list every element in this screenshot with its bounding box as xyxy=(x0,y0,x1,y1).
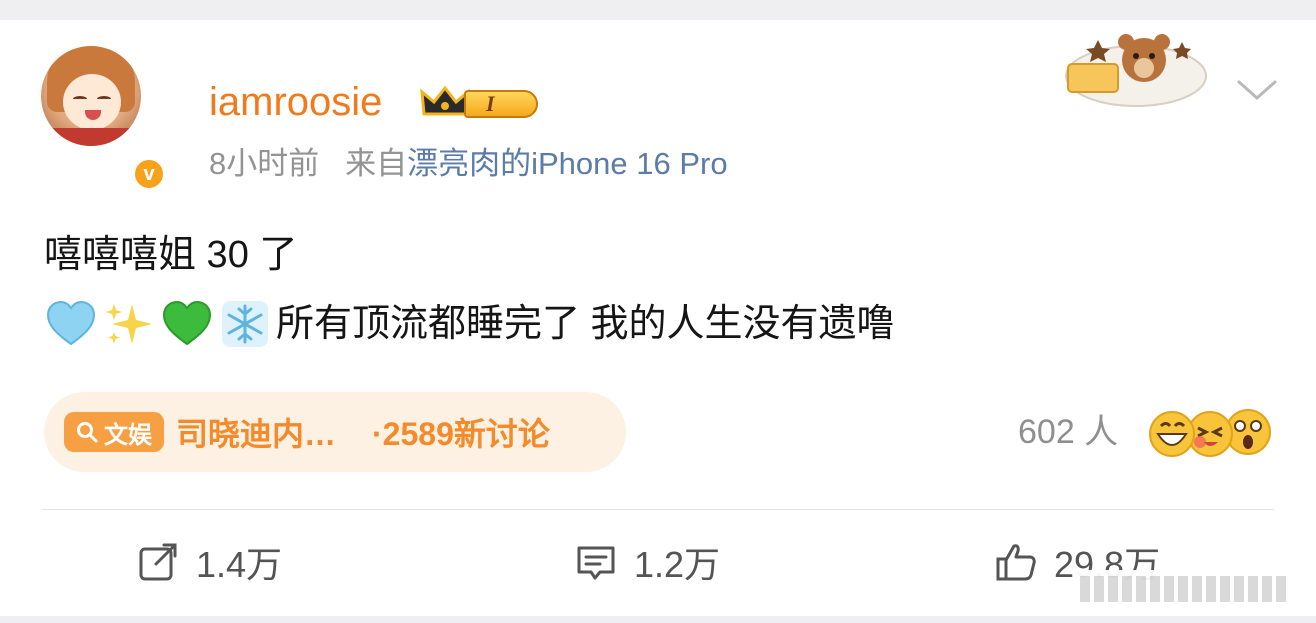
thumbs-up-icon xyxy=(996,544,1036,581)
repost-icon xyxy=(139,543,177,581)
divider xyxy=(42,509,1274,510)
light-blue-heart-icon xyxy=(46,300,96,346)
post-time: 8小时前 xyxy=(209,146,320,181)
username[interactable]: iamroosie xyxy=(209,78,382,126)
post-meta: 8小时前 来自漂亮肉的iPhone 16 Pro xyxy=(209,144,728,184)
repost-button[interactable]: 1.4万 xyxy=(136,536,282,588)
sparkles-icon xyxy=(106,304,152,344)
grinning-face-icon xyxy=(1149,411,1195,457)
post-text-line-2: 所有顶流都睡完了 我的人生没有遗噜 xyxy=(44,298,895,350)
verified-badge-icon: v xyxy=(131,156,167,192)
search-icon xyxy=(77,422,98,443)
post-text-line-1: 嘻嘻嘻姐 30 了 xyxy=(44,234,298,276)
topic-tag: 文娱 xyxy=(64,412,164,452)
avatar[interactable] xyxy=(41,46,141,146)
snowflake-icon xyxy=(222,301,268,347)
topic-chip[interactable]: 文娱 司晓迪内… ·2589新讨论 xyxy=(44,392,626,472)
comment-count: 1.2万 xyxy=(634,544,721,585)
member-level-badge[interactable]: I xyxy=(420,80,540,122)
post-text-line-2-text: 所有顶流都睡完了 我的人生没有遗噜 xyxy=(276,303,895,345)
level-label: I xyxy=(464,90,538,118)
topic-tag-label: 文娱 xyxy=(104,421,152,449)
comment-button[interactable]: 1.2万 xyxy=(574,536,720,588)
reaction-count[interactable]: 602 人 xyxy=(1018,410,1118,454)
repost-count: 1.4万 xyxy=(196,544,283,585)
reaction-faces[interactable] xyxy=(1146,406,1276,460)
watermark-overlay xyxy=(1074,570,1290,608)
topic-name: 司晓迪内… xyxy=(176,416,337,452)
green-heart-icon xyxy=(162,300,212,346)
crown-icon xyxy=(420,85,470,116)
card-decoration-sticker xyxy=(1065,34,1207,107)
source-prefix: 来自 xyxy=(345,146,408,181)
comment-icon xyxy=(577,546,615,580)
chevron-down-icon[interactable] xyxy=(1236,78,1278,102)
source-device-link[interactable]: 漂亮肉的iPhone 16 Pro xyxy=(407,146,727,181)
topic-discussion-count: ·2589新讨论 xyxy=(372,416,550,452)
